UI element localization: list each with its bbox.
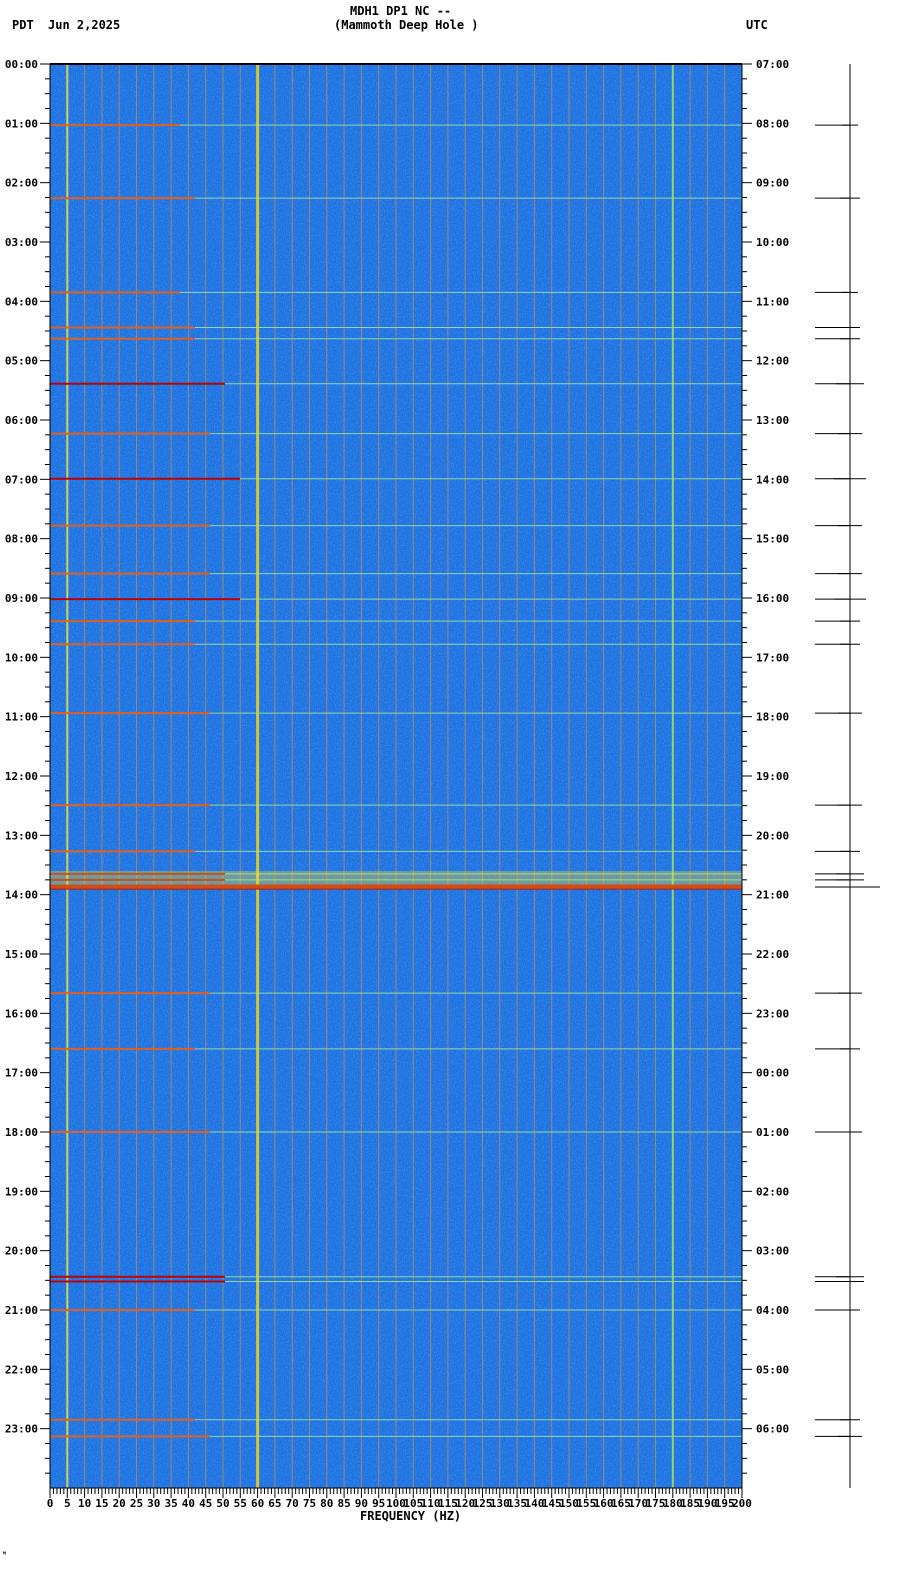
left-time-label: 00:00 — [5, 58, 38, 71]
left-time-label: 07:00 — [5, 473, 38, 486]
right-time-label: 13:00 — [756, 414, 789, 427]
right-time-label: 19:00 — [756, 770, 789, 783]
left-time-label: 18:00 — [5, 1126, 38, 1139]
left-time-label: 06:00 — [5, 414, 38, 427]
right-time-label: 20:00 — [756, 829, 789, 842]
left-time-label: 04:00 — [5, 295, 38, 308]
x-tick-label: 80 — [320, 1497, 333, 1510]
right-time-label: 06:00 — [756, 1423, 789, 1436]
left-time-label: 10:00 — [5, 651, 38, 664]
x-tick-label: 45 — [199, 1497, 212, 1510]
left-time-label: 15:00 — [5, 948, 38, 961]
x-tick-label: 50 — [216, 1497, 229, 1510]
left-time-label: 05:00 — [5, 355, 38, 368]
spectrogram-chart: 0 5 10 15 20 25 30 35 40 45 50 55 60 65 70 75 80 85 90 95 10… — [5, 58, 880, 1510]
x-tick-label: 60 — [251, 1497, 264, 1510]
right-time-label: 02:00 — [756, 1185, 789, 1198]
x-tick-label: 85 — [337, 1497, 350, 1510]
right-time-label: 03:00 — [756, 1245, 789, 1258]
x-tick-label: 0 — [47, 1497, 54, 1510]
right-time-label: 08:00 — [756, 117, 789, 130]
left-time-label: 17:00 — [5, 1067, 38, 1080]
left-time-label: 02:00 — [5, 177, 38, 190]
left-time-label: 11:00 — [5, 711, 38, 724]
x-tick-label: 5 — [64, 1497, 71, 1510]
left-time-label: 19:00 — [5, 1185, 38, 1198]
left-time-label: 13:00 — [5, 829, 38, 842]
right-time-label: 21:00 — [756, 889, 789, 902]
right-time-label: 14:00 — [756, 473, 789, 486]
left-time-label: 09:00 — [5, 592, 38, 605]
right-time-label: 15:00 — [756, 533, 789, 546]
x-tick-label: 55 — [234, 1497, 247, 1510]
x-tick-label: 200 — [732, 1497, 752, 1510]
x-tick-label: 90 — [355, 1497, 368, 1510]
left-time-label: 03:00 — [5, 236, 38, 249]
x-tick-label: 65 — [268, 1497, 281, 1510]
x-tick-label: 75 — [303, 1497, 316, 1510]
x-tick-label: 20 — [113, 1497, 126, 1510]
right-time-label: 10:00 — [756, 236, 789, 249]
right-time-label: 07:00 — [756, 58, 789, 71]
left-time-label: 20:00 — [5, 1245, 38, 1258]
x-tick-label: 15 — [95, 1497, 108, 1510]
earthquake-band — [50, 870, 742, 889]
right-time-label: 22:00 — [756, 948, 789, 961]
x-tick-label: 35 — [164, 1497, 177, 1510]
right-time-label: 11:00 — [756, 295, 789, 308]
right-time-label: 18:00 — [756, 711, 789, 724]
right-time-label: 23:00 — [756, 1007, 789, 1020]
right-time-label: 16:00 — [756, 592, 789, 605]
right-time-label: 17:00 — [756, 651, 789, 664]
left-time-label: 22:00 — [5, 1363, 38, 1376]
right-time-label: 01:00 — [756, 1126, 789, 1139]
left-time-label: 21:00 — [5, 1304, 38, 1317]
x-tick-label: 95 — [372, 1497, 385, 1510]
right-time-label: 04:00 — [756, 1304, 789, 1317]
right-time-label: 09:00 — [756, 177, 789, 190]
right-time-label: 00:00 — [756, 1067, 789, 1080]
left-time-label: 12:00 — [5, 770, 38, 783]
x-tick-label: 10 — [78, 1497, 91, 1510]
x-tick-label: 70 — [286, 1497, 299, 1510]
x-tick-label: 30 — [147, 1497, 160, 1510]
x-tick-label: 40 — [182, 1497, 195, 1510]
left-time-label: 01:00 — [5, 117, 38, 130]
right-time-label: 05:00 — [756, 1363, 789, 1376]
right-time-label: 12:00 — [756, 355, 789, 368]
left-time-label: 23:00 — [5, 1423, 38, 1436]
left-time-label: 08:00 — [5, 533, 38, 546]
left-time-label: 14:00 — [5, 889, 38, 902]
left-time-label: 16:00 — [5, 1007, 38, 1020]
x-tick-label: 25 — [130, 1497, 143, 1510]
